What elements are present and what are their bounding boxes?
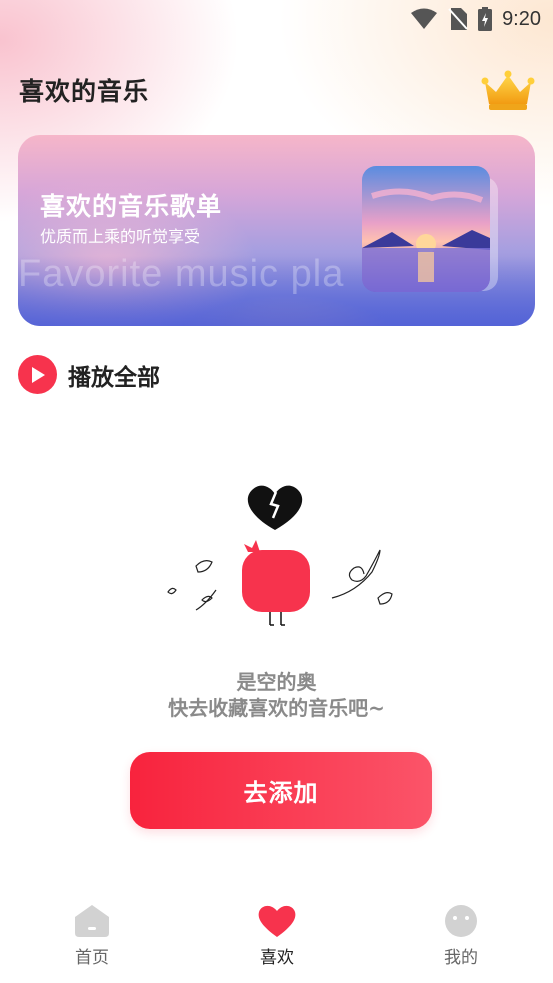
bottom-tab-bar: 首页 喜欢 我的 [0, 895, 553, 983]
no-sim-icon [448, 8, 468, 30]
banner-title: 喜欢的音乐歌单 [40, 192, 223, 221]
play-all-label: 播放全部 [68, 364, 160, 391]
tab-home[interactable]: 首页 [42, 903, 142, 973]
battery-icon [478, 7, 493, 31]
status-time: 9:20 [502, 7, 541, 30]
playlist-cover-image [362, 166, 490, 292]
tab-like[interactable]: 喜欢 [227, 903, 327, 973]
status-icons: 9:20 [410, 7, 541, 31]
play-icon[interactable] [18, 355, 57, 394]
heart-icon [258, 905, 296, 937]
crown-icon[interactable] [481, 70, 535, 112]
face-icon [445, 905, 477, 937]
page-title: 喜欢的音乐 [19, 77, 150, 106]
tab-me[interactable]: 我的 [411, 903, 511, 973]
add-music-button[interactable]: 去添加 [130, 752, 432, 829]
empty-message-line2: 快去收藏喜欢的音乐吧~ [168, 696, 385, 720]
play-all-button[interactable]: 播放全部 [18, 355, 160, 394]
tab-home-label: 首页 [75, 948, 109, 968]
tab-like-label: 喜欢 [260, 948, 294, 968]
empty-message-line1: 是空的奥 [236, 670, 317, 694]
wifi-icon [411, 8, 438, 29]
banner-subtitle: 优质而上乘的听觉享受 [40, 227, 201, 246]
status-bar: 9:20 [0, 0, 553, 40]
broken-heart-character-illustration [167, 485, 393, 626]
tab-me-label: 我的 [444, 948, 478, 968]
home-icon [75, 905, 109, 937]
playlist-banner[interactable]: Favorite music pla 喜欢的音乐歌单 优质而上乘的听觉享受 [18, 135, 535, 326]
banner-watermark: Favorite music pla [18, 253, 345, 295]
